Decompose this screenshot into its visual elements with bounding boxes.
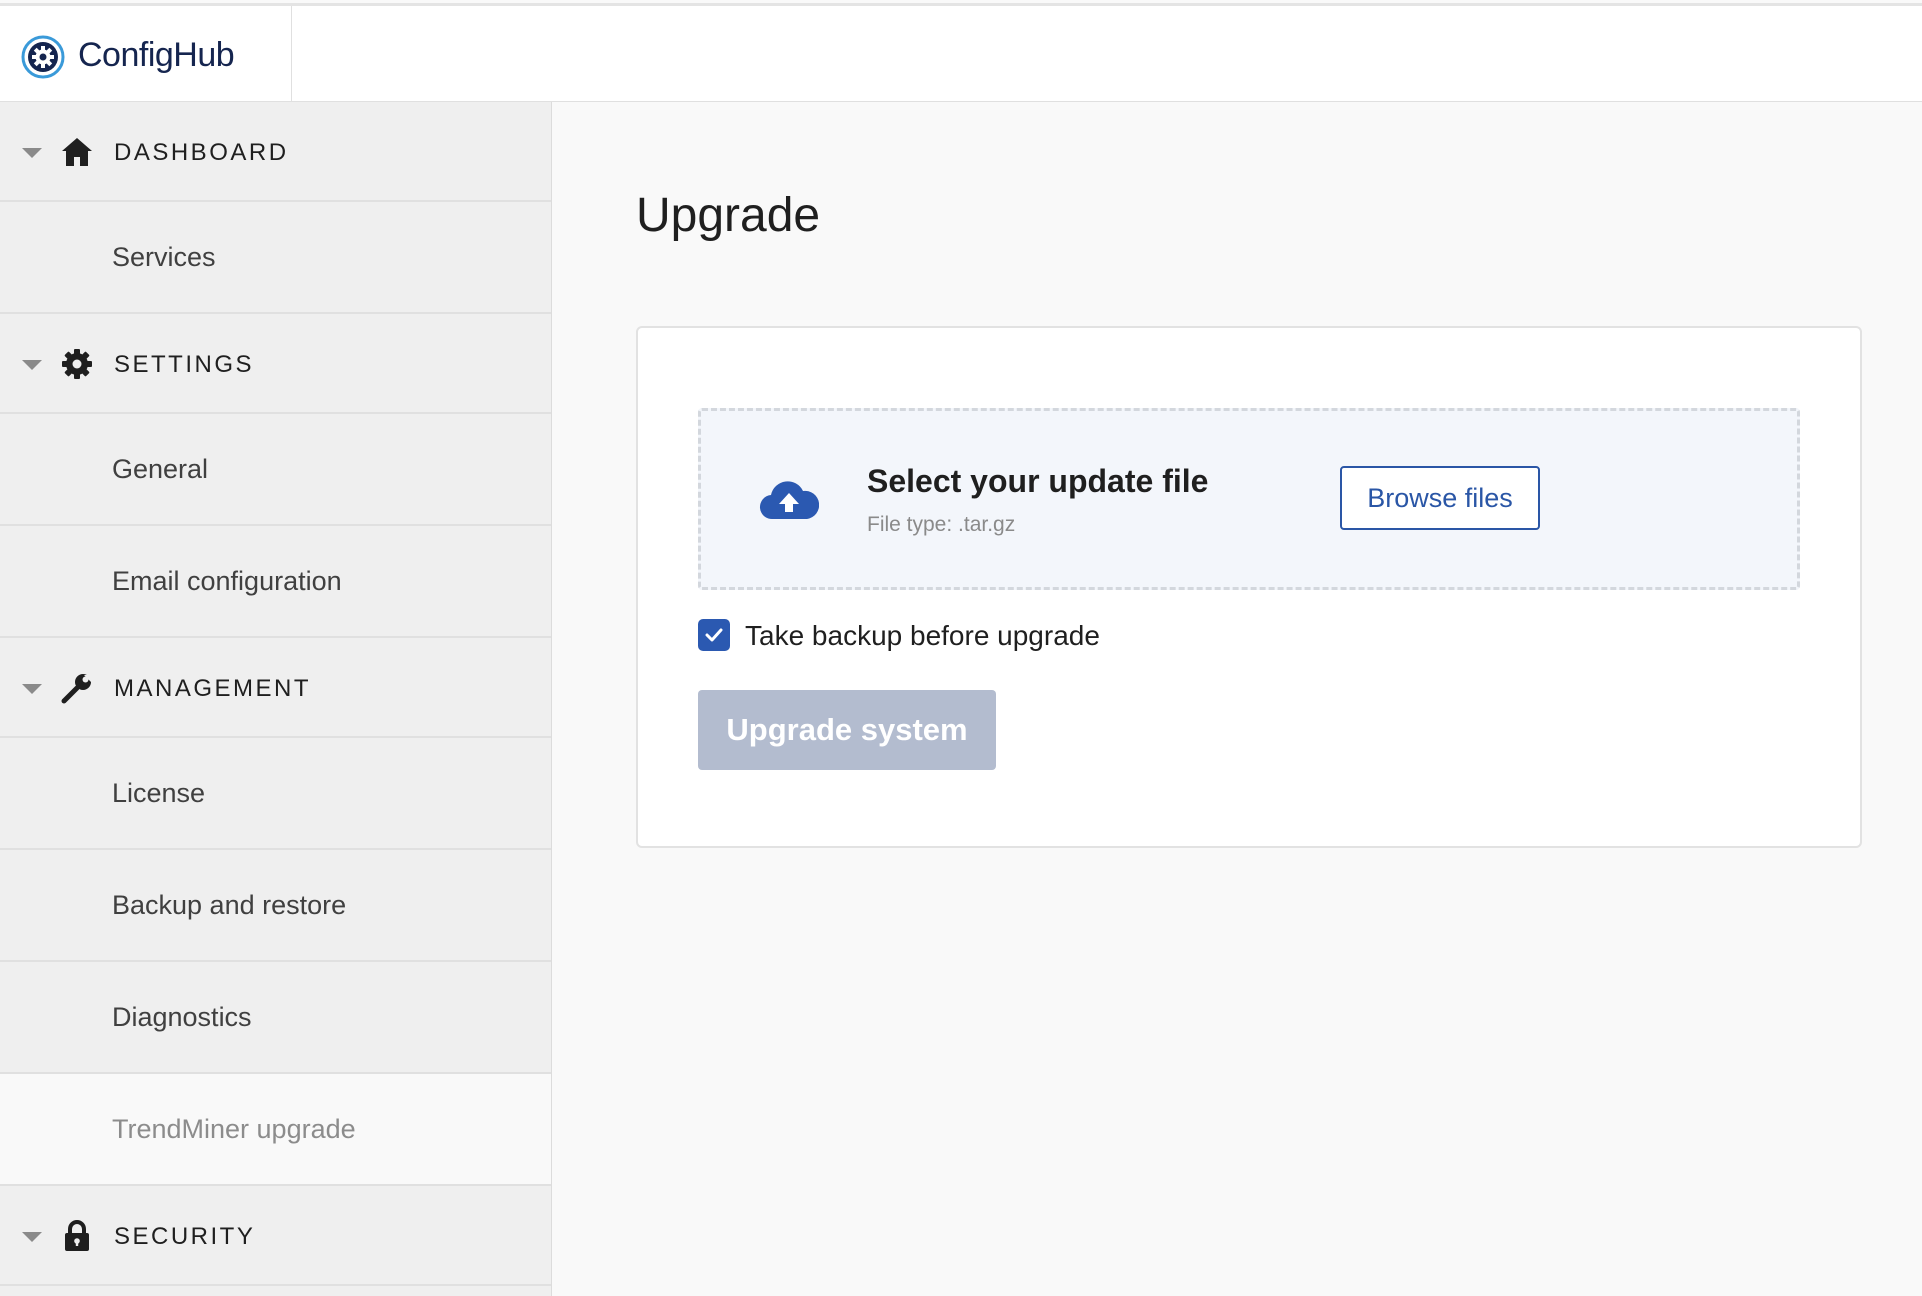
sidebar-item-email-configuration[interactable]: Email configuration xyxy=(0,526,551,638)
sidebar-section-management[interactable]: MANAGEMENT xyxy=(0,638,551,738)
caret-down-icon xyxy=(22,148,42,158)
wrench-icon xyxy=(61,674,91,704)
sidebar-item-label: License xyxy=(112,778,206,808)
sidebar-section-settings[interactable]: SETTINGS xyxy=(0,314,551,414)
browse-files-button[interactable]: Browse files xyxy=(1340,466,1540,530)
sidebar: DASHBOARD Services SETTINGS General Emai… xyxy=(0,102,552,1296)
logo[interactable]: ConfigHub xyxy=(0,6,292,101)
sidebar-item-backup-and-restore[interactable]: Backup and restore xyxy=(0,850,551,962)
sidebar-item-label: General xyxy=(112,454,209,484)
file-dropzone[interactable]: Select your update file File type: .tar.… xyxy=(698,408,1800,590)
sidebar-item-label: Diagnostics xyxy=(112,1002,252,1032)
backup-checkbox[interactable] xyxy=(698,619,730,651)
sidebar-section-label: SECURITY xyxy=(114,1223,256,1250)
sidebar-item-label: TrendMiner upgrade xyxy=(112,1114,356,1144)
upload-title: Select your update file xyxy=(867,463,1209,499)
sidebar-item-general[interactable]: General xyxy=(0,414,551,526)
sidebar-item-license[interactable]: License xyxy=(0,738,551,850)
page-title: Upgrade xyxy=(636,189,821,242)
home-icon xyxy=(62,138,92,166)
confighub-logo-icon xyxy=(21,35,65,79)
sidebar-section-label: SETTINGS xyxy=(114,351,255,378)
caret-down-icon xyxy=(22,360,42,370)
sidebar-section-label: MANAGEMENT xyxy=(114,675,312,702)
sidebar-item-trendminer-upgrade[interactable]: TrendMiner upgrade xyxy=(0,1074,551,1186)
gear-icon xyxy=(62,349,92,379)
caret-down-icon xyxy=(22,684,42,694)
top-bar: ConfigHub xyxy=(0,3,1922,102)
backup-checkbox-label: Take backup before upgrade xyxy=(745,620,1100,651)
upload-file-type: File type: .tar.gz xyxy=(867,513,1016,536)
cloud-upload-icon xyxy=(760,481,819,520)
lock-icon xyxy=(65,1220,89,1251)
checkmark-icon xyxy=(705,628,723,642)
sidebar-section-security[interactable]: SECURITY xyxy=(0,1186,551,1286)
main-content: Upgrade Select your update file File typ… xyxy=(552,102,1922,1296)
logo-text: ConfigHub xyxy=(78,36,235,74)
sidebar-section-dashboard[interactable]: DASHBOARD xyxy=(0,102,551,202)
sidebar-item-services[interactable]: Services xyxy=(0,202,551,314)
sidebar-item-diagnostics[interactable]: Diagnostics xyxy=(0,962,551,1074)
upgrade-card: Select your update file File type: .tar.… xyxy=(636,326,1862,848)
sidebar-section-label: DASHBOARD xyxy=(114,139,289,166)
sidebar-item-label: Services xyxy=(112,242,216,272)
upgrade-system-button[interactable]: Upgrade system xyxy=(698,690,996,770)
caret-down-icon xyxy=(22,1232,42,1242)
sidebar-item-label: Email configuration xyxy=(112,566,342,596)
sidebar-item-label: Backup and restore xyxy=(112,890,347,920)
